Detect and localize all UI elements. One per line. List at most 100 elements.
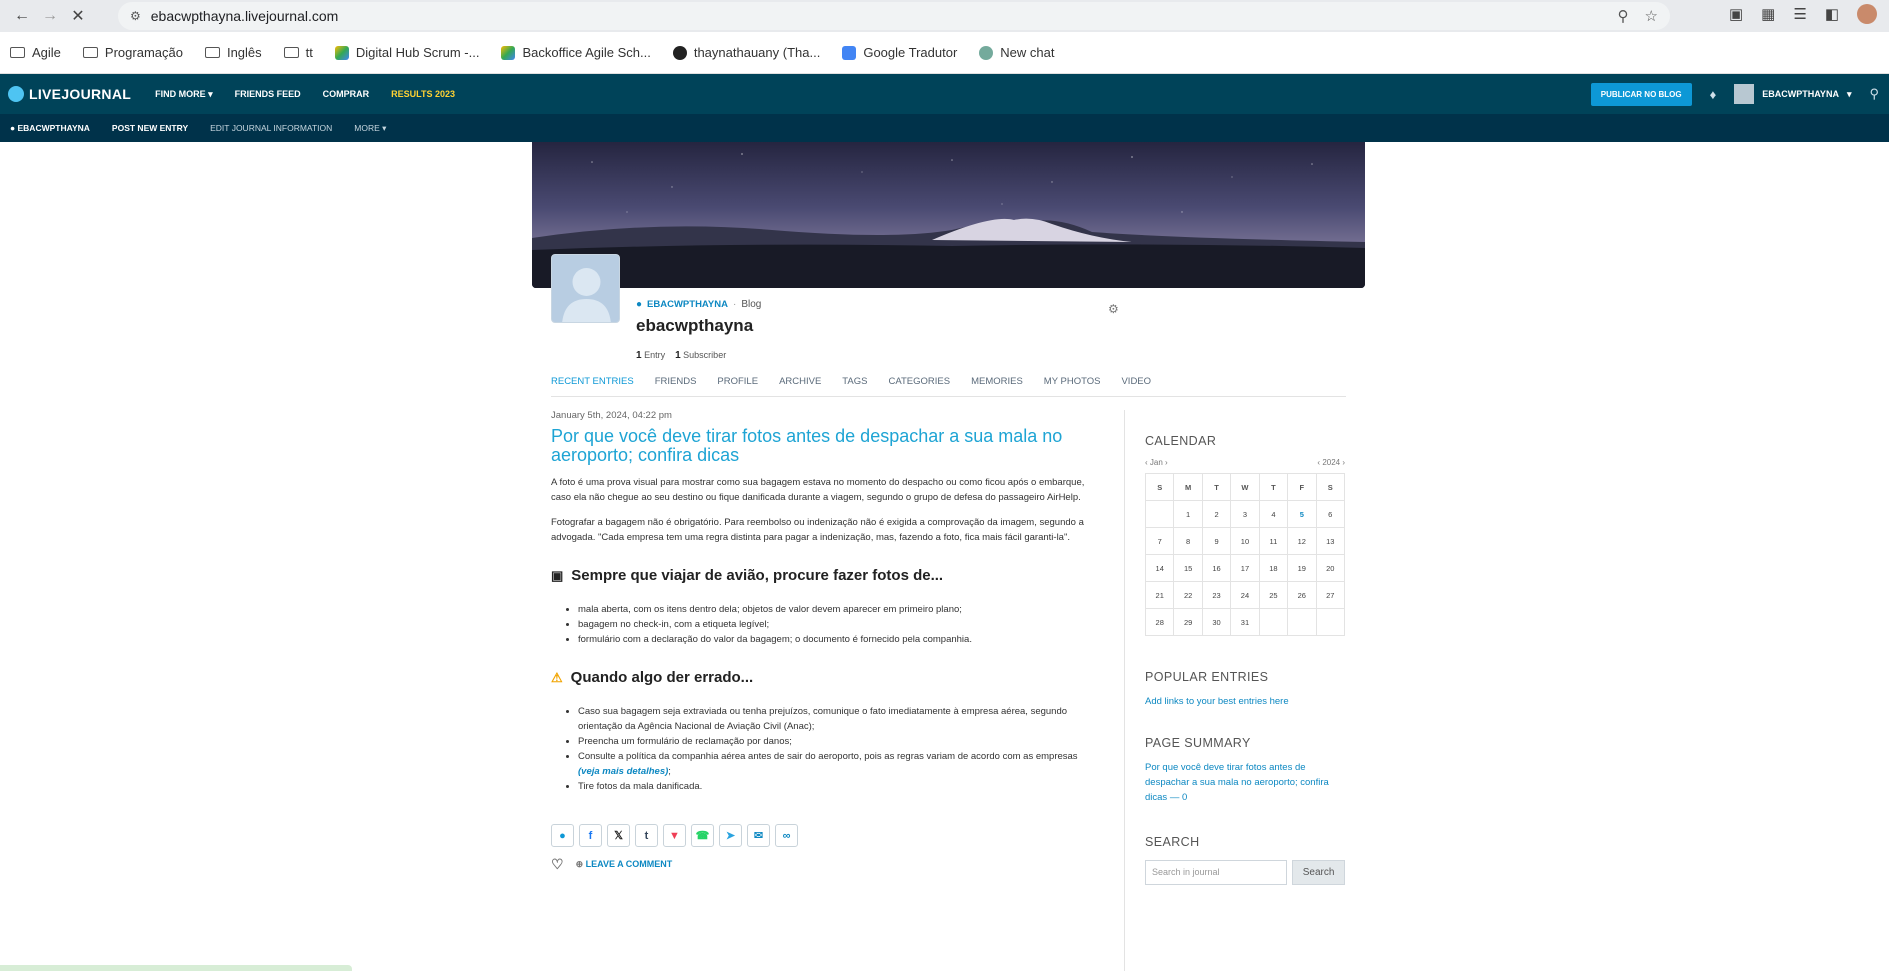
copy-link-icon[interactable]: ∞ [775, 824, 798, 847]
bookmark-chatgpt[interactable]: New chat [979, 45, 1054, 60]
calendar-day-with-entry[interactable]: 5 [1287, 500, 1317, 528]
tumblr-share-icon[interactable]: t [635, 824, 658, 847]
journal-search-input[interactable]: Search in journal [1145, 860, 1288, 885]
menu-friends-feed[interactable]: FRIENDS FEED [235, 89, 301, 100]
tab-recent-entries[interactable]: RECENT ENTRIES [551, 376, 634, 387]
tab-categories[interactable]: CATEGORIES [888, 376, 950, 387]
folder-icon [10, 47, 25, 58]
address-bar[interactable]: ⚙ ebacwpthayna.livejournal.com ⚲ ☆ [118, 2, 1670, 30]
email-share-icon[interactable]: ✉ [747, 824, 770, 847]
x-share-icon[interactable]: 𝕏 [607, 824, 630, 847]
comment-icon: ⊕ [575, 859, 584, 869]
bookmark-programacao[interactable]: Programação [82, 45, 183, 60]
lj-logo-icon [8, 86, 24, 102]
subnav-post-new-entry[interactable]: POST NEW ENTRY [112, 123, 188, 133]
journal-page: ● EBACWPTHAYNA · Blog ebacwpthayna 1 Ent… [0, 142, 1889, 971]
journal-header: ● EBACWPTHAYNA · Blog ebacwpthayna 1 Ent… [636, 299, 762, 361]
back-icon[interactable]: ← [8, 2, 36, 30]
bookmark-tt[interactable]: tt [283, 45, 313, 60]
search-title: SEARCH [1145, 835, 1200, 849]
publish-button[interactable]: PUBLICAR NO BLOG [1590, 82, 1692, 106]
tab-profile[interactable]: PROFILE [717, 376, 758, 387]
pocket-share-icon[interactable]: ▼ [663, 824, 686, 847]
subscribers-count[interactable]: 1 Subscriber [675, 350, 726, 361]
subnav-more[interactable]: MORE ▾ [354, 123, 386, 134]
entries-count[interactable]: 1 Entry [636, 350, 665, 361]
journal-type: Blog [741, 299, 762, 310]
menu-comprar[interactable]: COMPRAR [323, 89, 370, 100]
search-icon[interactable]: ⚲ [1869, 86, 1879, 102]
bookmark-backoffice[interactable]: Backoffice Agile Sch... [501, 45, 651, 60]
folder-icon [82, 47, 98, 58]
bookmark-translate[interactable]: Google Tradutor [842, 45, 957, 60]
default-avatar-icon [562, 268, 611, 322]
folder-icon [283, 47, 299, 58]
forward-icon[interactable]: → [36, 2, 64, 30]
lj-header: LIVEJOURNAL FIND MORE ▾ FRIENDS FEED COM… [0, 74, 1889, 114]
sidebar: CALENDAR ‹ Jan › ‹ 2024 › SMTWTFS 123456… [1144, 434, 1346, 885]
user-avatar [1734, 84, 1755, 104]
calendar-table: SMTWTFS 123456 7 8 9 10 11 12 13 14 15 16 17 18 19 2… [1144, 473, 1346, 636]
url-text[interactable]: ebacwpthayna.livejournal.com [151, 8, 339, 24]
like-heart-icon[interactable]: ♡ [551, 856, 564, 873]
menu-find-more[interactable]: FIND MORE ▾ [155, 89, 213, 100]
chevron-down-icon: ▾ [1846, 88, 1852, 99]
whatsapp-share-icon[interactable]: ☎ [691, 824, 714, 847]
user-menu[interactable]: EBACWPTHAYNA ▾ [1734, 84, 1851, 104]
journal-username[interactable]: EBACWPTHAYNA [647, 299, 728, 310]
livejournal-share-icon[interactable]: ● [551, 824, 574, 847]
tab-memories[interactable]: MEMORIES [971, 376, 1023, 387]
post-list: mala aberta, com os itens dentro dela; o… [551, 602, 1086, 647]
tab-tags[interactable]: TAGS [842, 376, 867, 387]
warning-icon: ⚠ [551, 669, 563, 685]
menu-results-2023[interactable]: RESULTS 2023 [391, 89, 455, 100]
calendar-nav: ‹ Jan › ‹ 2024 › [1145, 458, 1345, 467]
journal-userpic[interactable] [551, 254, 620, 323]
puzzle-icon[interactable]: ▦ [1761, 5, 1775, 23]
list-item: formulário com a declaração do valor da … [578, 632, 1086, 647]
page-summary-link[interactable]: Por que você deve tirar fotos antes de d… [1145, 760, 1345, 805]
bookmark-ingles[interactable]: Inglês [204, 45, 262, 60]
post-date[interactable]: January 5th, 2024, 04:22 pm [551, 410, 1086, 421]
media-icon[interactable]: ☰ [1793, 5, 1806, 23]
tab-video[interactable]: VIDEO [1121, 376, 1151, 387]
tab-archive[interactable]: ARCHIVE [779, 376, 821, 387]
profile-avatar[interactable] [1857, 4, 1877, 24]
subnav-user[interactable]: ● EBACWPTHAYNA [10, 123, 90, 133]
site-info-icon[interactable]: ⚙ [130, 9, 141, 23]
gear-icon[interactable]: ⚙ [1108, 302, 1119, 316]
popular-entries-link[interactable]: Add links to your best entries here [1145, 694, 1345, 709]
sidepanel-icon[interactable]: ◧ [1825, 5, 1839, 23]
bookmark-star-icon[interactable]: ☆ [1645, 7, 1658, 25]
camera-icon: ▣ [551, 567, 564, 583]
facebook-share-icon[interactable]: f [579, 824, 602, 847]
bookmark-agile[interactable]: Agile [10, 45, 61, 60]
telegram-share-icon[interactable]: ➤ [719, 824, 742, 847]
status-bar [0, 965, 352, 971]
lj-logo[interactable]: LIVEJOURNAL [8, 86, 131, 102]
github-icon [672, 45, 687, 60]
journal-search-button[interactable]: Search [1292, 860, 1345, 885]
bookmark-github[interactable]: thaynathauany (Tha... [672, 45, 820, 60]
drive-icon [501, 45, 516, 60]
details-link[interactable]: (veja mais detalhes) [578, 766, 668, 777]
month-nav[interactable]: ‹ Jan › [1145, 458, 1168, 467]
tab-friends[interactable]: FRIENDS [655, 376, 697, 387]
list-item: Tire fotos da mala danificada. [578, 779, 1086, 794]
post-paragraph: Fotografar a bagagem não é obrigatório. … [551, 517, 1084, 543]
journal-stats: 1 Entry 1 Subscriber [636, 350, 761, 361]
zoom-icon[interactable]: ⚲ [1618, 7, 1629, 25]
subnav-edit-journal[interactable]: EDIT JOURNAL INFORMATION [210, 123, 332, 133]
bookmark-digital-hub[interactable]: Digital Hub Scrum -... [334, 45, 479, 60]
extension-icon[interactable]: ▣ [1729, 5, 1743, 23]
year-nav[interactable]: ‹ 2024 › [1317, 458, 1345, 467]
page-summary-title: PAGE SUMMARY [1145, 736, 1251, 750]
post-paragraph: A foto é uma prova visual para mostrar c… [551, 477, 1085, 503]
leave-comment-button[interactable]: ⊕ LEAVE A COMMENT [576, 859, 673, 870]
tab-my-photos[interactable]: MY PHOTOS [1044, 376, 1101, 387]
stop-icon[interactable]: ✕ [64, 2, 92, 30]
post-title[interactable]: Por que você deve tirar fotos antes de d… [551, 427, 1086, 465]
post-footer: ♡ ⊕ LEAVE A COMMENT [551, 856, 1086, 873]
bell-icon[interactable]: ♦ [1710, 87, 1717, 102]
journal-title[interactable]: ebacwpthayna [636, 316, 761, 336]
